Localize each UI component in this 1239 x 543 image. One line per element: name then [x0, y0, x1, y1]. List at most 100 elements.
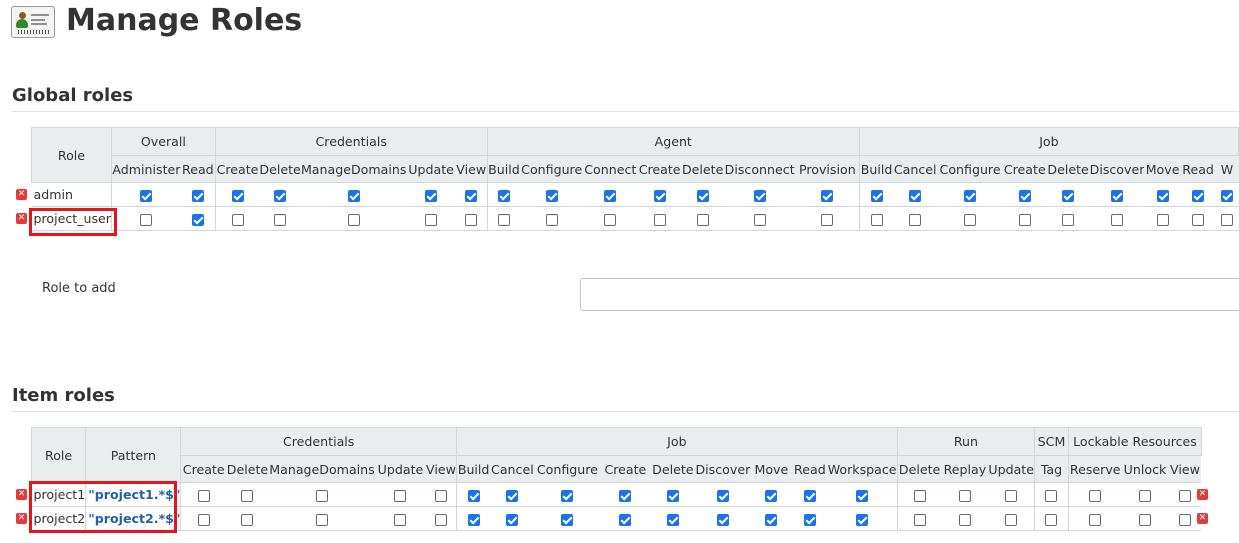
permission-checkbox[interactable]: [465, 213, 478, 226]
permission-checkbox[interactable]: [604, 213, 617, 226]
permission-checkbox-checked[interactable]: [821, 189, 834, 202]
permission-checkbox-checked[interactable]: [1018, 189, 1031, 202]
permission-checkbox-checked[interactable]: [716, 513, 729, 526]
permission-checkbox-checked[interactable]: [191, 189, 204, 202]
permission-checkbox[interactable]: [1045, 513, 1058, 526]
permission-checkbox[interactable]: [1062, 213, 1075, 226]
permission-checkbox[interactable]: [1089, 513, 1102, 526]
delete-role-icon[interactable]: [16, 213, 27, 224]
permission-checkbox[interactable]: [231, 213, 244, 226]
permission-checkbox[interactable]: [241, 513, 254, 526]
permission-checkbox-checked[interactable]: [765, 513, 778, 526]
permission-checkbox[interactable]: [753, 213, 766, 226]
permission-checkbox-checked[interactable]: [465, 189, 478, 202]
permission-checkbox[interactable]: [315, 513, 328, 526]
permission-checkbox-checked[interactable]: [1062, 189, 1075, 202]
permission-checkbox-checked[interactable]: [467, 489, 480, 502]
permission-checkbox-checked[interactable]: [619, 489, 632, 502]
permission-checkbox-checked[interactable]: [545, 189, 558, 202]
permission-checkbox-checked[interactable]: [696, 189, 709, 202]
permission-checkbox[interactable]: [394, 513, 407, 526]
permission-checkbox[interactable]: [870, 213, 883, 226]
permission-checkbox-checked[interactable]: [561, 489, 574, 502]
permission-cell: [795, 206, 860, 231]
permission-checkbox-checked[interactable]: [653, 189, 666, 202]
permission-checkbox-checked[interactable]: [753, 189, 766, 202]
permission-checkbox[interactable]: [821, 213, 834, 226]
permission-checkbox-checked[interactable]: [716, 489, 729, 502]
permission-checkbox-checked[interactable]: [909, 189, 922, 202]
permission-checkbox[interactable]: [1156, 213, 1169, 226]
permission-checkbox-checked[interactable]: [1192, 189, 1205, 202]
role-to-add-input[interactable]: [580, 278, 1239, 311]
permission-checkbox[interactable]: [434, 513, 447, 526]
permission-checkbox[interactable]: [241, 489, 254, 502]
permission-checkbox[interactable]: [425, 213, 438, 226]
permission-checkbox-checked[interactable]: [497, 189, 510, 202]
permission-checkbox[interactable]: [1178, 513, 1191, 526]
permission-cell: [486, 206, 521, 231]
delete-role-icon[interactable]: [16, 513, 27, 524]
permission-checkbox[interactable]: [434, 489, 447, 502]
permission-checkbox[interactable]: [497, 213, 510, 226]
permission-checkbox-checked[interactable]: [425, 189, 438, 202]
permission-checkbox[interactable]: [1045, 489, 1058, 502]
permission-checkbox[interactable]: [1221, 213, 1233, 226]
permission-checkbox[interactable]: [197, 513, 210, 526]
permission-checkbox[interactable]: [1005, 489, 1018, 502]
permission-checkbox[interactable]: [1138, 489, 1151, 502]
delete-role-icon[interactable]: [1197, 513, 1208, 524]
permission-checkbox[interactable]: [696, 213, 709, 226]
permission-checkbox-checked[interactable]: [140, 189, 153, 202]
permission-checkbox[interactable]: [909, 213, 922, 226]
permission-checkbox[interactable]: [1138, 513, 1151, 526]
permission-checkbox[interactable]: [653, 213, 666, 226]
delete-role-icon[interactable]: [1197, 489, 1208, 500]
delete-role-icon[interactable]: [16, 489, 27, 500]
permission-checkbox[interactable]: [347, 213, 360, 226]
permission-checkbox[interactable]: [1089, 489, 1102, 502]
permission-checkbox-checked[interactable]: [191, 213, 204, 226]
permission-checkbox-checked[interactable]: [856, 489, 869, 502]
delete-role-icon[interactable]: [16, 189, 27, 200]
permission-header-job-workspace: Workspace: [827, 455, 898, 483]
permission-checkbox-checked[interactable]: [506, 489, 519, 502]
permission-checkbox-checked[interactable]: [765, 489, 778, 502]
permission-checkbox-checked[interactable]: [803, 513, 816, 526]
permission-checkbox[interactable]: [913, 489, 926, 502]
permission-checkbox-checked[interactable]: [231, 189, 244, 202]
permission-checkbox-checked[interactable]: [870, 189, 883, 202]
permission-checkbox-checked[interactable]: [666, 489, 679, 502]
permission-checkbox-checked[interactable]: [274, 189, 287, 202]
permission-checkbox[interactable]: [315, 489, 328, 502]
permission-checkbox[interactable]: [1005, 513, 1018, 526]
permission-checkbox-checked[interactable]: [1156, 189, 1169, 202]
column-header-role: Role: [30, 427, 87, 483]
permission-checkbox[interactable]: [394, 489, 407, 502]
permission-checkbox-checked[interactable]: [666, 513, 679, 526]
permission-checkbox-checked[interactable]: [347, 189, 360, 202]
permission-checkbox-checked[interactable]: [856, 513, 869, 526]
permission-checkbox-checked[interactable]: [506, 513, 519, 526]
permission-checkbox[interactable]: [1178, 489, 1191, 502]
permission-checkbox-checked[interactable]: [467, 513, 480, 526]
permission-checkbox-checked[interactable]: [604, 189, 617, 202]
permission-checkbox[interactable]: [140, 213, 153, 226]
permission-checkbox[interactable]: [197, 489, 210, 502]
permission-header-job-w: W: [1215, 155, 1239, 183]
permission-checkbox[interactable]: [274, 213, 287, 226]
permission-checkbox[interactable]: [1018, 213, 1031, 226]
permission-checkbox[interactable]: [964, 213, 977, 226]
permission-checkbox[interactable]: [958, 513, 971, 526]
permission-checkbox-checked[interactable]: [619, 513, 632, 526]
permission-checkbox[interactable]: [545, 213, 558, 226]
permission-checkbox[interactable]: [913, 513, 926, 526]
permission-checkbox-checked[interactable]: [1111, 189, 1123, 202]
permission-checkbox-checked[interactable]: [964, 189, 977, 202]
permission-checkbox-checked[interactable]: [561, 513, 574, 526]
permission-checkbox[interactable]: [1192, 213, 1205, 226]
permission-checkbox[interactable]: [1111, 213, 1123, 226]
permission-checkbox-checked[interactable]: [1221, 189, 1233, 202]
permission-checkbox[interactable]: [958, 489, 971, 502]
permission-checkbox-checked[interactable]: [803, 489, 816, 502]
